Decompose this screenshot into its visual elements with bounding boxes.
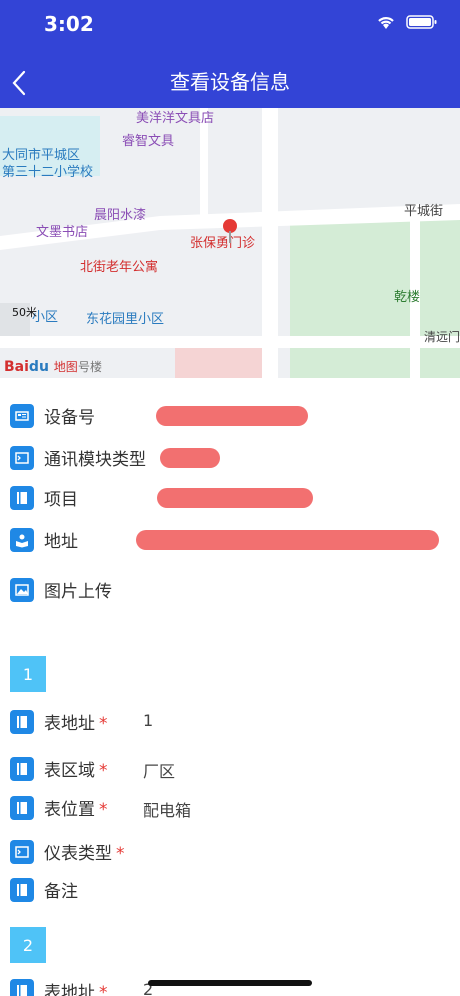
field-value: 1 [143,711,154,730]
map-label: 美洋洋文具店 [136,111,215,126]
field-comm-module-type: 通讯模块类型 [10,445,146,470]
baidu-logo: Baidu 地图 [4,359,78,375]
field-label: 表位置 * [44,800,108,820]
field-value: 配电箱 [143,801,192,820]
book-icon [10,709,34,734]
field-label: 地址 [44,532,78,552]
redacted-value [160,448,220,468]
field-device-number: 设备号 [10,403,95,428]
field-label: 项目 [44,490,78,510]
map-label: 50米 [12,306,37,319]
field-label: 通讯模块类型 [44,450,146,470]
book-icon [10,978,34,996]
meter-field-remark: 备注 [10,877,78,902]
id-card-icon [10,403,34,428]
field-address: 地址 [10,527,78,552]
location-pin-icon [223,219,237,243]
field-label: 备注 [44,882,78,902]
map-label: 北街老年公寓 [80,260,159,275]
meter-field-address: 表地址 * [10,709,108,734]
meter-index-badge: 1 [10,656,46,692]
field-label: 表区域 * [44,761,108,781]
meter-field-area: 表区域 * [10,756,108,781]
terminal-icon [10,445,34,470]
app-header: 3:02 查看设备信息 [0,0,460,108]
battery-icon [406,15,437,29]
redacted-value [136,530,439,550]
field-image-upload[interactable]: 图片上传 [10,577,112,602]
status-icons [376,14,438,30]
map-label: 第三十二小学校 [2,165,94,180]
book-icon [10,795,34,820]
field-label: 表地址 * [44,983,108,996]
redacted-value [157,488,313,508]
field-label: 图片上传 [44,582,112,602]
book-icon [10,877,34,902]
book-icon [10,756,34,781]
field-value: 厂区 [143,762,176,781]
field-label: 表地址 * [44,714,108,734]
map-label: 号楼 [78,360,103,374]
map-label: 清远门内 [424,330,460,344]
meter-field-type: 仪表类型 * [10,839,125,864]
field-label: 仪表类型 * [44,844,125,864]
meter-field-address: 表地址 * [10,978,108,996]
map-label: 睿智文具 [122,134,175,149]
redacted-value [156,406,308,426]
status-time: 3:02 [44,12,94,36]
image-icon [10,577,34,602]
meter-field-position: 表位置 * [10,795,108,820]
map-label: 平城街 [404,204,444,219]
map-label: 晨阳水漆 [94,208,147,223]
field-label: 设备号 [44,408,95,428]
user-book-icon [10,527,34,552]
wifi-icon [378,17,394,29]
map-view[interactable]: 美洋洋文具店 睿智文具 大同市平城区 第三十二小学校 晨阳水漆 文墨书店 平城街… [0,108,460,378]
home-indicator[interactable] [148,980,312,986]
page-title: 查看设备信息 [170,70,290,94]
map-label: 东花园里小区 [86,312,165,327]
map-label: 文墨书店 [36,225,89,240]
terminal-icon [10,839,34,864]
map-label: 乾楼 [394,290,421,305]
meter-index-badge: 2 [10,927,46,963]
book-icon [10,485,34,510]
field-project: 项目 [10,485,78,510]
